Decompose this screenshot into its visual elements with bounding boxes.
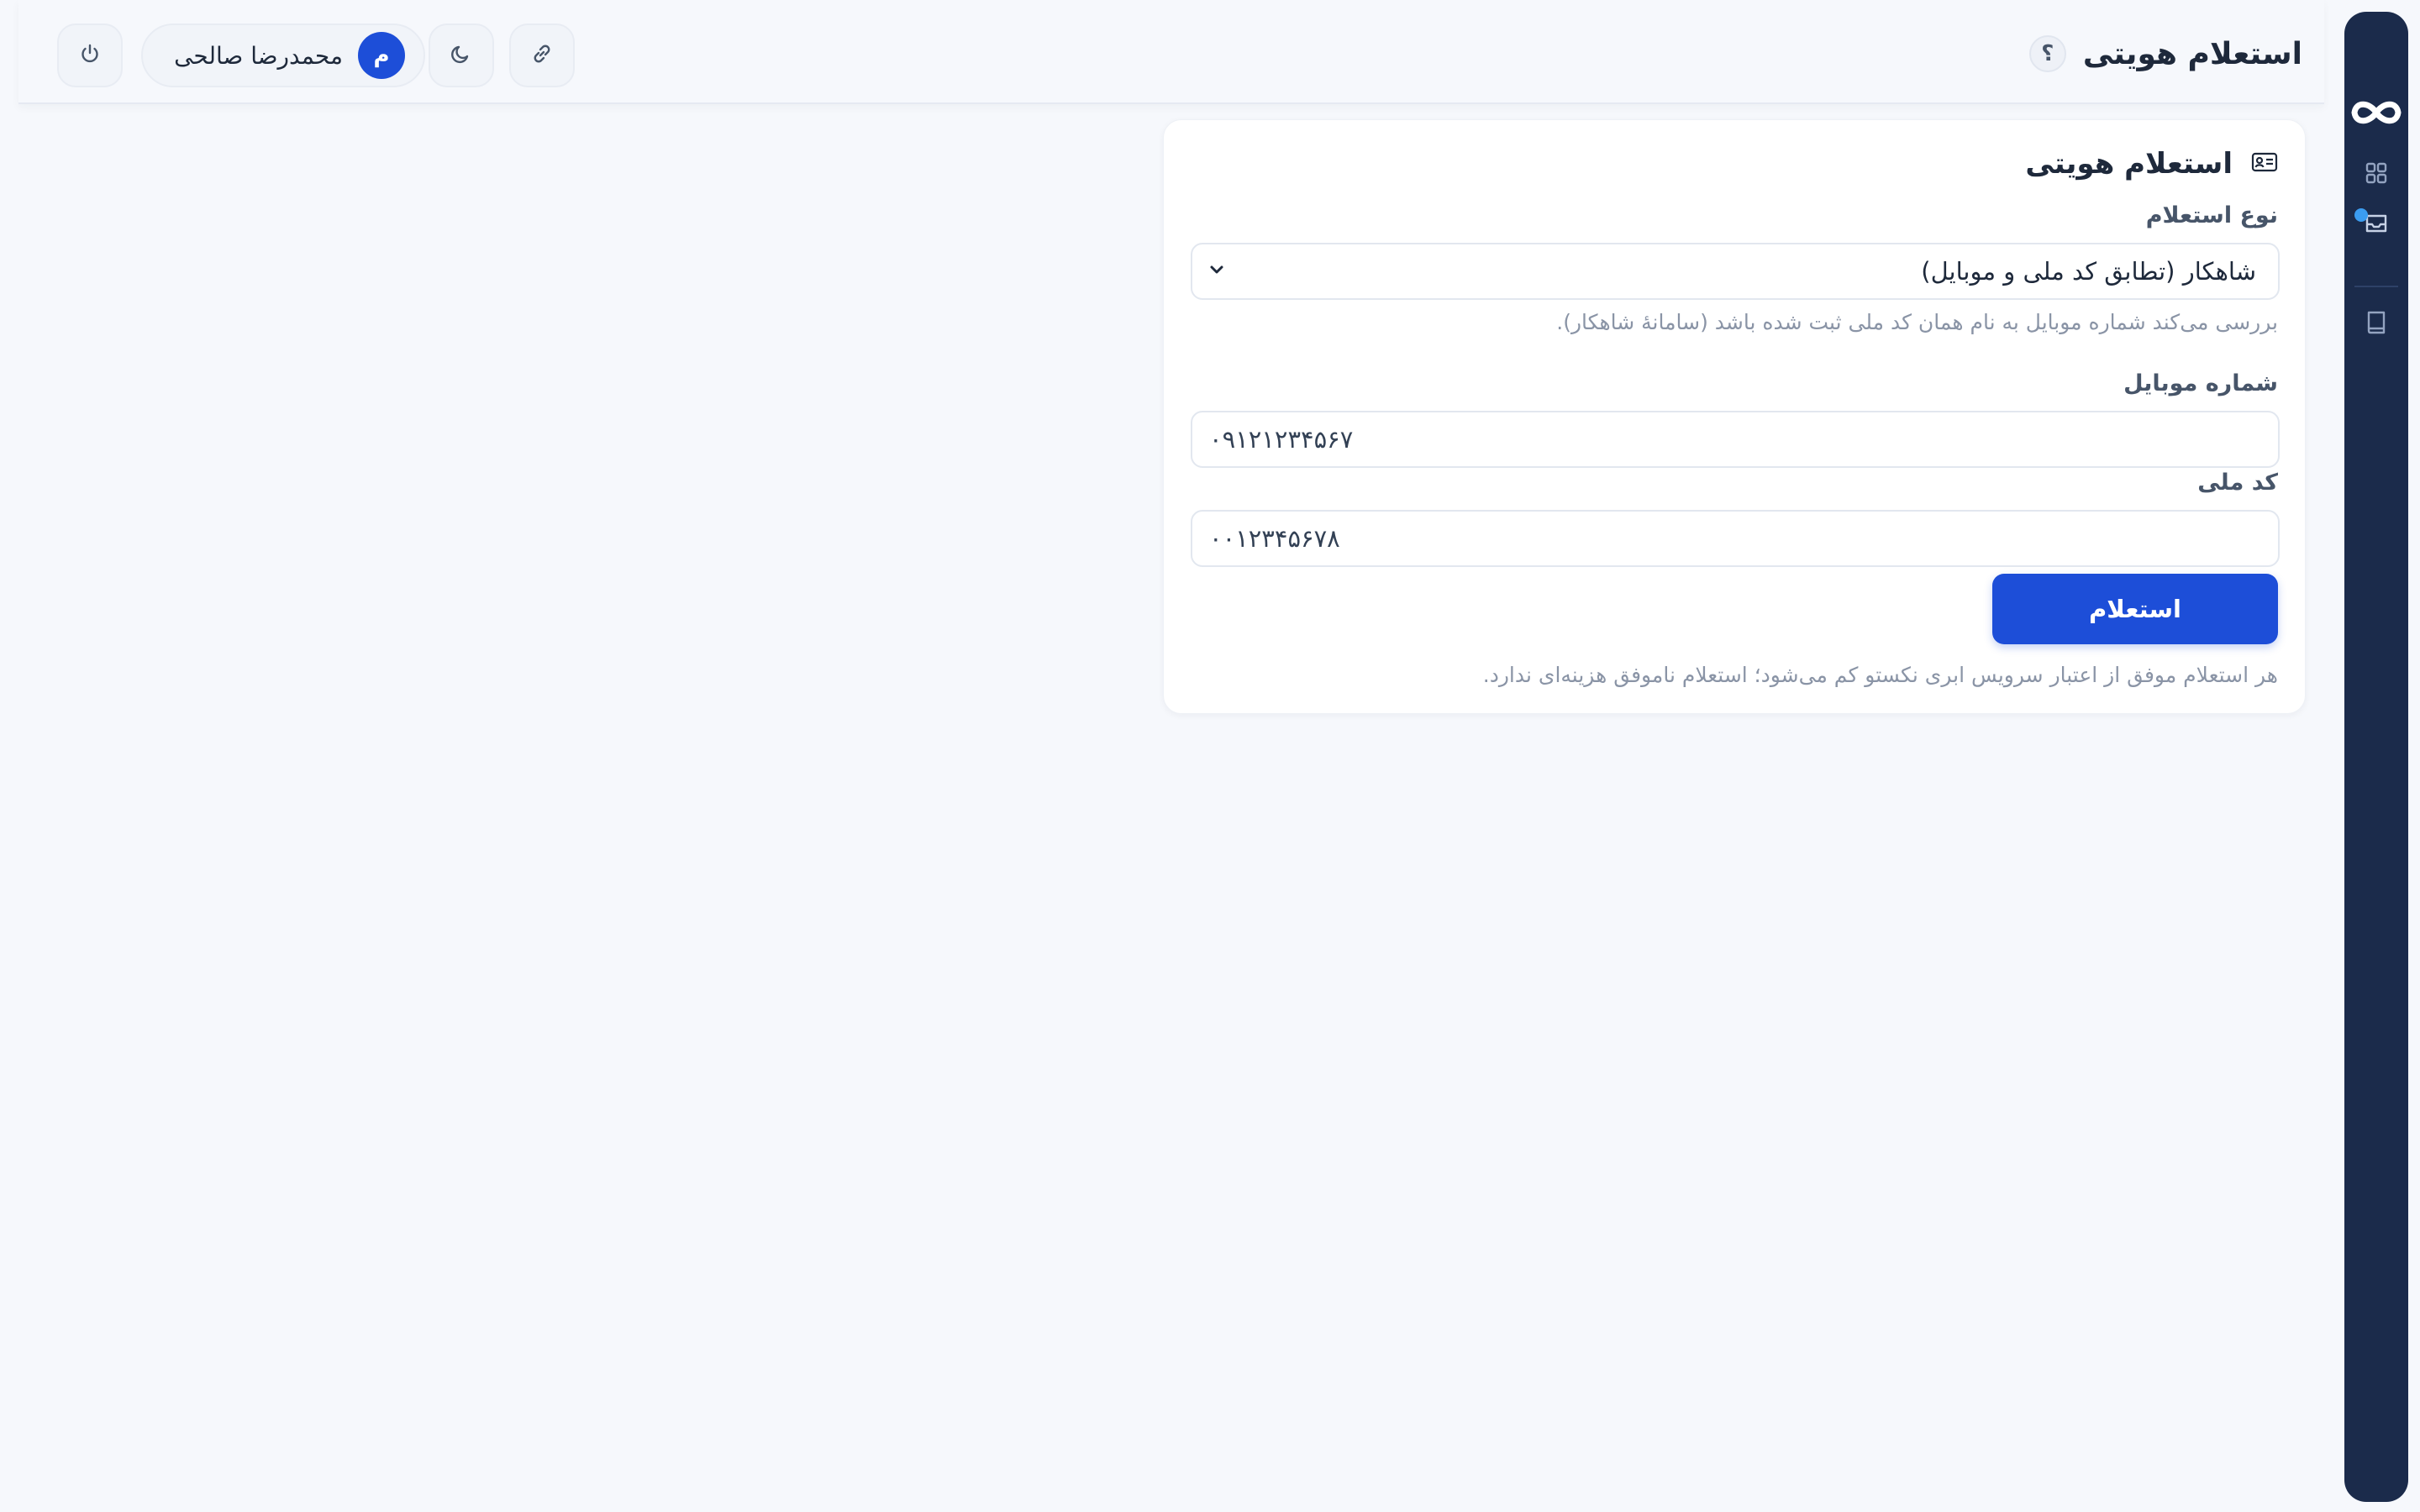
mobile-value: ۰۹۱۲۱۲۳۴۵۶۷ <box>1209 425 1354 454</box>
avatar: م <box>358 32 405 79</box>
link-icon <box>529 41 555 70</box>
sidebar-item-dashboard[interactable] <box>2354 153 2398 197</box>
inquiry-type-label: نوع استعلام <box>2145 202 2278 228</box>
page-title-group: استعلام هویتی ؟ <box>2028 27 2302 81</box>
mobile-input[interactable]: ۰۹۱۲۱۲۳۴۵۶۷ <box>1191 411 2280 468</box>
card-title: استعلام هویتی <box>2025 147 2233 181</box>
inquiry-type-selected: شاهکار (تطابق کد ملی و موبایل) <box>1921 257 2256 286</box>
sidebar-divider <box>2354 286 2398 287</box>
page-title: استعلام هویتی <box>2082 36 2302 71</box>
card-header: استعلام هویتی <box>2025 140 2278 187</box>
link-button[interactable] <box>509 24 575 87</box>
logout-button[interactable] <box>57 24 123 87</box>
id-card-icon <box>2251 151 2278 176</box>
identity-inquiry-card: استعلام هویتی نوع استعلام شاهکار (تطابق … <box>1163 119 2306 714</box>
national-code-input[interactable]: ۰۰۱۲۳۴۵۶۷۸ <box>1191 510 2280 567</box>
cost-note: هر استعلام موفق از اعتبار سرویس ابری نکس… <box>1482 663 2278 687</box>
chevron-down-icon <box>1207 260 1226 282</box>
sidebar-item-docs[interactable] <box>2354 302 2398 346</box>
user-menu-button[interactable]: م محمدرضا صالحی <box>141 24 425 87</box>
dashboard-grid-icon <box>2364 160 2389 189</box>
user-name: محمدرضا صالحی <box>174 41 343 70</box>
inquiry-type-hint: بررسی می‌کند شماره موبایل به نام همان کد… <box>1556 310 2278 334</box>
mobile-label: شماره موبایل <box>2123 370 2278 396</box>
sidebar <box>2344 12 2408 1502</box>
national-code-value: ۰۰۱۲۳۴۵۶۷۸ <box>1209 524 1340 553</box>
theme-toggle-button[interactable] <box>429 24 494 87</box>
moon-icon <box>449 41 474 70</box>
national-code-label: کد ملی <box>2197 470 2278 496</box>
infinity-logo[interactable] <box>2349 86 2403 139</box>
notification-dot <box>2354 208 2368 222</box>
sidebar-item-inbox[interactable] <box>2354 203 2398 247</box>
book-icon <box>2364 309 2389 339</box>
inquiry-submit-button[interactable]: استعلام <box>1992 574 2278 644</box>
top-header: استعلام هویتی ؟ م محمدرضا صالحی <box>18 0 2324 104</box>
power-icon <box>77 41 103 70</box>
inquiry-type-select[interactable]: شاهکار (تطابق کد ملی و موبایل) <box>1191 243 2280 300</box>
help-button[interactable]: ؟ <box>2028 35 2066 72</box>
